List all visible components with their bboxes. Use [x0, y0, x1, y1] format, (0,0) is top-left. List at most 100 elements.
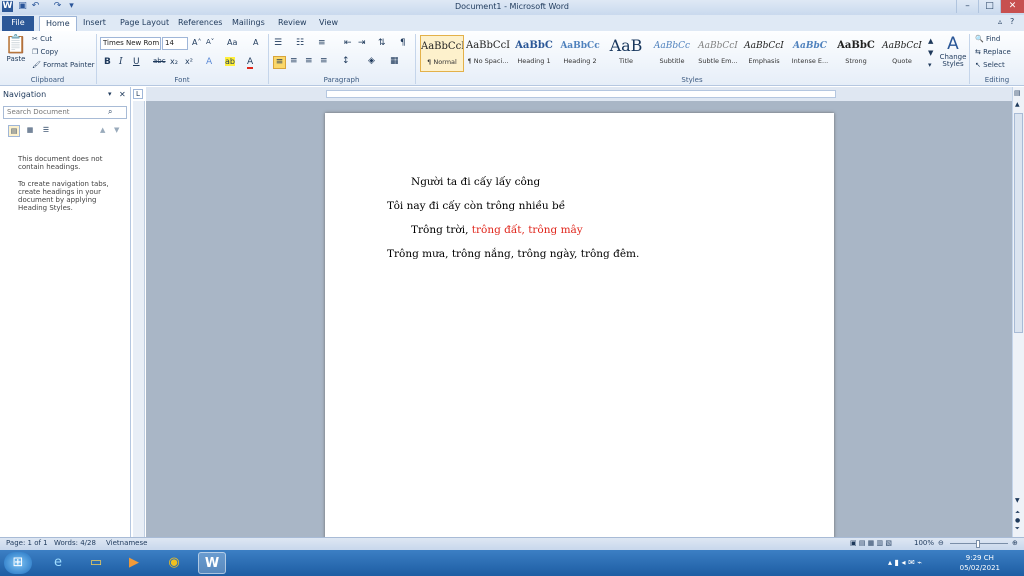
- increase-indent-icon[interactable]: ⇥: [358, 38, 366, 48]
- style-quote[interactable]: AaBbCcI Quote: [880, 35, 924, 72]
- show-formatting-button[interactable]: ¶: [400, 38, 406, 48]
- tab-home[interactable]: Home: [39, 16, 77, 31]
- tab-file[interactable]: File: [2, 16, 34, 31]
- maximize-button[interactable]: □: [978, 0, 1000, 13]
- zoom-level[interactable]: 100%: [914, 539, 934, 547]
- tab-page-layout[interactable]: Page Layout: [114, 16, 175, 31]
- file-explorer-icon[interactable]: ▭: [82, 552, 110, 574]
- bullets-icon[interactable]: ☰: [274, 38, 282, 48]
- next-heading-icon[interactable]: ▼: [114, 126, 119, 134]
- view-buttons-icon[interactable]: ▣ ▤ ▦ ▥ ▧: [850, 539, 892, 547]
- style-subtle-emphasis[interactable]: AaBbCcI Subtle Em...: [696, 35, 740, 72]
- tab-references[interactable]: References: [172, 16, 228, 31]
- vertical-scrollbar[interactable]: ▤ ▲ ▼ ⏶ ● ⏷: [1012, 87, 1024, 537]
- scroll-down-icon[interactable]: ▼: [1015, 497, 1020, 504]
- chrome-icon[interactable]: ◉: [160, 552, 188, 574]
- browse-object-icon[interactable]: ●: [1015, 517, 1020, 524]
- poem-line-2[interactable]: Tôi nay đi cấy còn trông nhiều bề: [387, 200, 565, 212]
- clear-formatting-button[interactable]: A: [253, 38, 258, 47]
- tab-mailings[interactable]: Mailings: [226, 16, 271, 31]
- navigation-menu-icon[interactable]: ▾: [108, 90, 112, 98]
- taskbar-clock[interactable]: 9:29 CH 05/02/2021: [960, 553, 1000, 573]
- language-indicator[interactable]: Vietnamese: [106, 539, 147, 547]
- scroll-thumb[interactable]: [1014, 113, 1023, 333]
- copy-button[interactable]: ❐ Copy: [32, 48, 58, 56]
- zoom-slider-handle[interactable]: [976, 540, 980, 548]
- next-page-icon[interactable]: ⏷: [1015, 525, 1020, 533]
- style-no-spacing[interactable]: AaBbCcI ¶ No Spaci...: [466, 35, 510, 72]
- justify-icon[interactable]: ≡: [320, 56, 328, 66]
- style-emphasis[interactable]: AaBbCcI Emphasis: [742, 35, 786, 72]
- search-icon[interactable]: ⌕: [108, 107, 112, 117]
- replace-button[interactable]: ⇆ Replace: [975, 48, 1011, 56]
- borders-icon[interactable]: ▦: [390, 56, 399, 66]
- italic-button[interactable]: I: [119, 57, 123, 67]
- styles-more-icon[interactable]: ▾: [928, 61, 932, 69]
- select-button[interactable]: ↖ Select: [975, 61, 1005, 69]
- strikethrough-button[interactable]: abc: [153, 57, 166, 65]
- font-name-select[interactable]: Times New Rom: [100, 37, 161, 50]
- browse-results-icon[interactable]: ☰: [40, 125, 52, 137]
- close-button[interactable]: ✕: [1000, 0, 1024, 13]
- media-player-icon[interactable]: ▶: [120, 552, 148, 574]
- style-subtitle[interactable]: AaBbCc Subtitle: [650, 35, 694, 72]
- ruler-toggle-icon[interactable]: ▤: [1014, 89, 1021, 97]
- change-styles-button[interactable]: A Change Styles: [938, 34, 968, 68]
- shrink-font-button[interactable]: A˅: [206, 38, 214, 46]
- change-case-button[interactable]: Aa: [227, 38, 237, 47]
- vertical-ruler[interactable]: [133, 101, 145, 537]
- font-size-select[interactable]: 14: [162, 37, 188, 50]
- style-normal[interactable]: AaBbCcI ¶ Normal: [420, 35, 464, 72]
- text-effects-icon[interactable]: A: [206, 57, 212, 67]
- tab-selector-icon[interactable]: L: [133, 89, 143, 99]
- minimize-button[interactable]: –: [956, 0, 978, 13]
- numbering-icon[interactable]: ☷: [296, 38, 304, 48]
- browse-pages-icon[interactable]: ▦: [24, 125, 36, 137]
- highlight-button[interactable]: ab: [225, 57, 235, 66]
- page-count[interactable]: Page: 1 of 1: [6, 539, 48, 547]
- subscript-button[interactable]: x₂: [170, 57, 178, 66]
- poem-line-4[interactable]: Trông mưa, trông nắng, trông ngày, trông…: [387, 248, 639, 260]
- format-painter-button[interactable]: 🖌 Format Painter: [32, 61, 95, 69]
- styles-scroll-up-icon[interactable]: ▲: [928, 37, 933, 45]
- horizontal-ruler[interactable]: L: [133, 87, 1012, 101]
- help-icon[interactable]: ?: [1010, 17, 1014, 26]
- style-title[interactable]: AaB Title: [604, 35, 648, 72]
- word-count[interactable]: Words: 4/28: [54, 539, 96, 547]
- collapse-ribbon-icon[interactable]: ▵: [998, 17, 1002, 26]
- browse-headings-icon[interactable]: ▤: [8, 125, 20, 137]
- font-color-button[interactable]: A: [247, 57, 254, 69]
- close-navigation-icon[interactable]: ✕: [119, 90, 126, 99]
- align-center-icon[interactable]: ≡: [290, 56, 298, 66]
- start-button-icon[interactable]: ⊞: [4, 552, 32, 574]
- shading-icon[interactable]: ◈: [368, 56, 375, 66]
- poem-line-3[interactable]: Trông trời, trông đất, trông mây: [411, 224, 583, 236]
- style-heading-1[interactable]: AaBbC Heading 1: [512, 35, 556, 72]
- line-spacing-icon[interactable]: ↕: [342, 56, 350, 66]
- tab-insert[interactable]: Insert: [77, 16, 112, 31]
- align-right-icon[interactable]: ≡: [305, 56, 313, 66]
- zoom-in-icon[interactable]: ⊕: [1012, 539, 1018, 547]
- bold-button[interactable]: B: [104, 57, 111, 67]
- sort-icon[interactable]: ⇅: [378, 38, 386, 48]
- styles-scroll-down-icon[interactable]: ▼: [928, 49, 933, 57]
- tab-review[interactable]: Review: [272, 16, 313, 31]
- internet-explorer-icon[interactable]: e: [44, 552, 72, 574]
- scroll-up-icon[interactable]: ▲: [1015, 101, 1020, 108]
- underline-button[interactable]: U: [133, 57, 140, 67]
- document-page[interactable]: Người ta đi cấy lấy công Tôi nay đi cấy …: [325, 113, 834, 543]
- align-left-icon[interactable]: ≡: [273, 56, 286, 69]
- superscript-button[interactable]: x²: [185, 57, 193, 66]
- zoom-out-icon[interactable]: ⊖: [938, 539, 944, 547]
- poem-line-1[interactable]: Người ta đi cấy lấy công: [411, 176, 540, 188]
- style-strong[interactable]: AaBbC Strong: [834, 35, 878, 72]
- style-heading-2[interactable]: AaBbCc Heading 2: [558, 35, 602, 72]
- paste-button[interactable]: 📋 Paste: [4, 34, 28, 74]
- system-tray-icons[interactable]: ▴ ▮ ◂ ✉ ⌁: [888, 558, 922, 567]
- find-button[interactable]: 🔍 Find: [975, 35, 1000, 43]
- cut-button[interactable]: ✂ Cut: [32, 35, 52, 43]
- grow-font-button[interactable]: A˄: [192, 38, 201, 47]
- word-taskbar-icon[interactable]: W: [198, 552, 226, 574]
- style-intense-emphasis[interactable]: AaBbC Intense E...: [788, 35, 832, 72]
- tab-view[interactable]: View: [313, 16, 344, 31]
